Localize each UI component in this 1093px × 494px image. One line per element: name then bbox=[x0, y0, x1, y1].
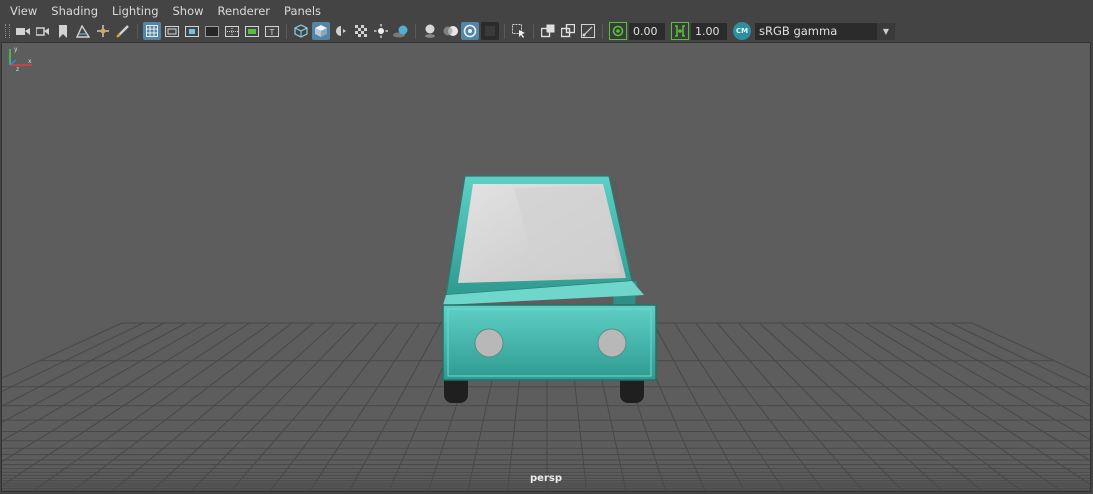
menu-lighting[interactable]: Lighting bbox=[105, 0, 165, 21]
resolution-gate-icon[interactable] bbox=[183, 22, 201, 40]
field-chart-icon[interactable] bbox=[223, 22, 241, 40]
car-model bbox=[442, 175, 657, 403]
grease-pencil-icon[interactable] bbox=[114, 22, 132, 40]
svg-text:y: y bbox=[14, 46, 18, 53]
camera-name-label: persp bbox=[530, 473, 562, 484]
panel-menu-bar: View Shading Lighting Show Renderer Pane… bbox=[0, 0, 1093, 21]
screen-space-ao-icon[interactable] bbox=[421, 22, 439, 40]
safe-action-icon[interactable] bbox=[243, 22, 261, 40]
color-management-label: CM bbox=[735, 27, 749, 35]
wireframe-icon[interactable] bbox=[292, 22, 310, 40]
film-gate-icon[interactable] bbox=[163, 22, 181, 40]
view-axis-icon: y x z bbox=[9, 46, 32, 73]
image-plane-icon[interactable] bbox=[74, 22, 92, 40]
gate-mask-icon[interactable] bbox=[203, 22, 221, 40]
menu-renderer[interactable]: Renderer bbox=[211, 0, 278, 21]
motion-blur-icon[interactable] bbox=[441, 22, 459, 40]
headlight-left bbox=[474, 328, 504, 358]
default-material-icon[interactable] bbox=[332, 22, 350, 40]
2d-pan-zoom-icon[interactable] bbox=[94, 22, 112, 40]
toolbar-separator bbox=[504, 23, 505, 39]
xray-joints-icon[interactable] bbox=[579, 22, 597, 40]
perspective-viewport[interactable]: y x z persp bbox=[1, 42, 1091, 492]
view-transform-dropdown[interactable]: sRGB gamma ▼ bbox=[755, 22, 895, 40]
svg-text:x: x bbox=[28, 58, 32, 65]
gamma-field[interactable]: 1.00 bbox=[691, 22, 727, 40]
multisample-aa-icon[interactable] bbox=[461, 22, 479, 40]
camera-attributes-icon[interactable] bbox=[34, 22, 52, 40]
exposure-icon[interactable] bbox=[609, 22, 627, 40]
depth-of-field-icon[interactable] bbox=[481, 22, 499, 40]
textured-icon[interactable] bbox=[352, 22, 370, 40]
chevron-down-icon[interactable]: ▼ bbox=[877, 22, 895, 40]
panel-toolbar: T 0.00 1.00 CM sRGB gamma ▼ bbox=[0, 21, 1093, 41]
isolate-select-icon[interactable] bbox=[510, 22, 528, 40]
toolbar-separator bbox=[286, 23, 287, 39]
use-all-lights-icon[interactable] bbox=[372, 22, 390, 40]
safe-title-icon[interactable]: T bbox=[263, 22, 281, 40]
smooth-shade-icon[interactable] bbox=[312, 22, 330, 40]
svg-text:z: z bbox=[16, 66, 19, 73]
menu-view[interactable]: View bbox=[0, 0, 44, 21]
maya-viewport-panel: View Shading Lighting Show Renderer Pane… bbox=[0, 0, 1093, 494]
color-management-icon[interactable]: CM bbox=[733, 22, 751, 40]
shadows-icon[interactable] bbox=[392, 22, 410, 40]
xray-active-components-icon[interactable] bbox=[559, 22, 577, 40]
menu-panels[interactable]: Panels bbox=[277, 0, 328, 21]
exposure-field[interactable]: 0.00 bbox=[629, 22, 665, 40]
grid-icon[interactable] bbox=[143, 22, 161, 40]
view-transform-value: sRGB gamma bbox=[759, 23, 838, 38]
menu-shading[interactable]: Shading bbox=[44, 0, 105, 21]
headlight-right bbox=[597, 328, 627, 358]
select-camera-icon[interactable] bbox=[14, 22, 32, 40]
bookmark-icon[interactable] bbox=[54, 22, 72, 40]
xray-icon[interactable] bbox=[539, 22, 557, 40]
toolbar-separator bbox=[137, 23, 138, 39]
toolbar-separator bbox=[415, 23, 416, 39]
gamma-icon[interactable] bbox=[671, 22, 689, 40]
toolbar-separator bbox=[602, 23, 603, 39]
toolbar-grip[interactable] bbox=[5, 24, 10, 38]
toolbar-separator bbox=[533, 23, 534, 39]
viewport-scene bbox=[2, 175, 1090, 491]
menu-show[interactable]: Show bbox=[166, 0, 211, 21]
svg-text:T: T bbox=[269, 28, 275, 37]
